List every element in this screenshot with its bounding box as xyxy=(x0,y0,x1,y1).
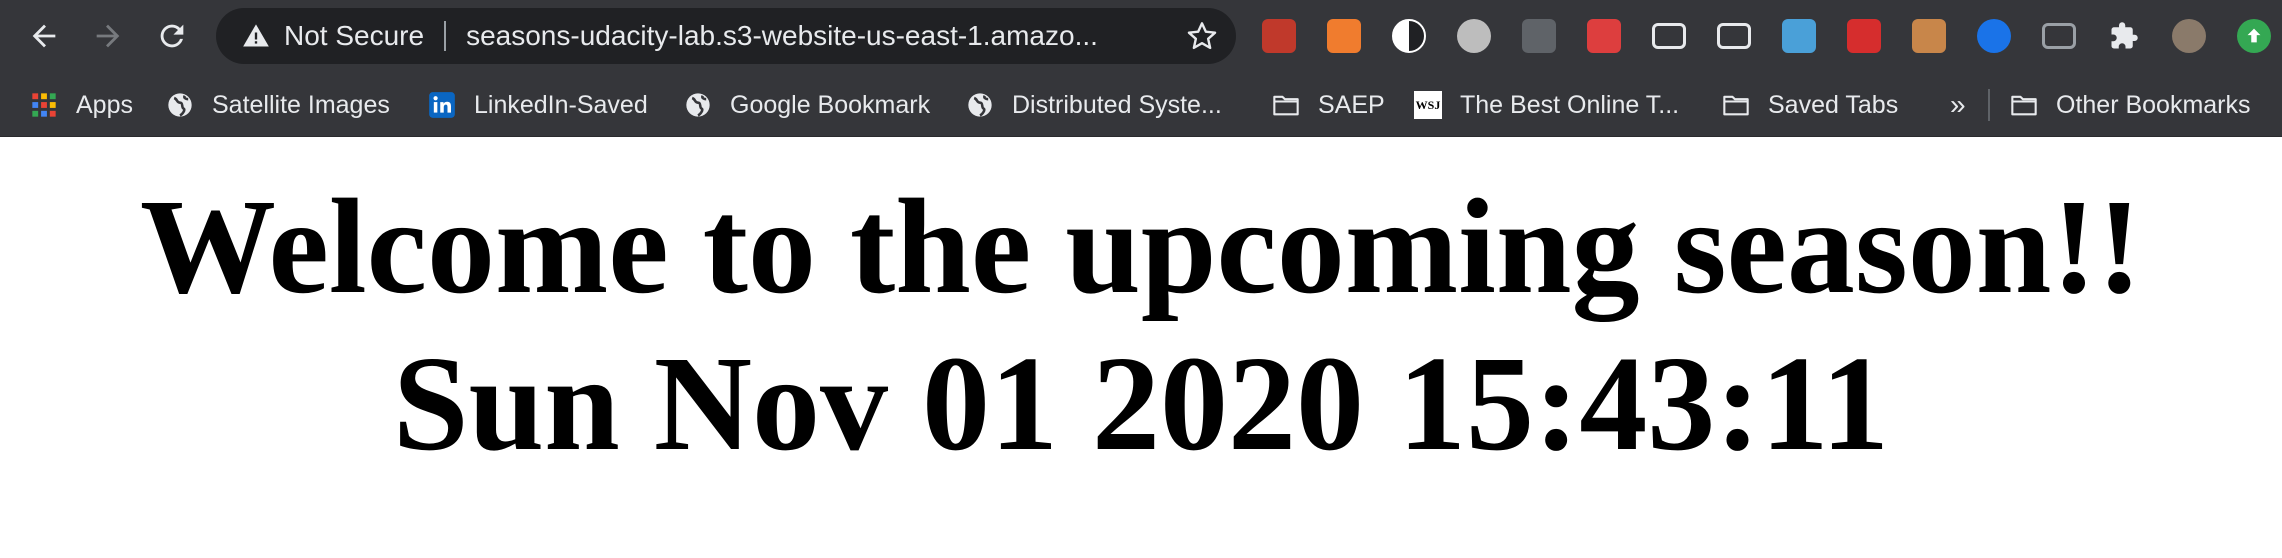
security-label[interactable]: Not Secure xyxy=(284,20,424,52)
bookmark-label: Other Bookmarks xyxy=(2056,90,2251,119)
bookmark-best-online[interactable]: WSJ The Best Online T... xyxy=(1414,89,1679,121)
reload-icon xyxy=(160,24,184,48)
pdf-extension-icon[interactable] xyxy=(1262,19,1296,53)
bookmark-folder-saved-tabs[interactable]: Saved Tabs xyxy=(1722,89,1898,121)
linkedin-icon xyxy=(429,92,455,118)
bookmark-star-icon[interactable] xyxy=(1186,20,1218,52)
app-extension-icon[interactable] xyxy=(1782,19,1816,53)
bookmark-apps[interactable]: Apps xyxy=(30,89,133,121)
warning-icon[interactable] xyxy=(242,22,270,50)
address-separator xyxy=(444,21,447,51)
back-button[interactable] xyxy=(16,8,72,64)
bookmark-label: Satellite Images xyxy=(212,90,390,119)
address-bar[interactable]: Not Secure seasons-udacity-lab.s3-websit… xyxy=(216,8,1236,64)
forward-arrow-icon xyxy=(96,24,120,48)
url-text[interactable]: seasons-udacity-lab.s3-website-us-east-1… xyxy=(466,20,1166,52)
bookmark-label: Distributed Syste... xyxy=(1012,90,1222,119)
reload-button[interactable] xyxy=(144,8,200,64)
bookmarks-overflow-button[interactable]: » xyxy=(1950,89,1966,121)
bookmark-label: LinkedIn-Saved xyxy=(474,90,648,119)
update-arrow-icon[interactable] xyxy=(2237,19,2271,53)
bookmarks-bar: Apps Satellite Images LinkedIn-Saved Goo… xyxy=(0,73,2282,137)
card-extension-icon[interactable] xyxy=(1652,23,1686,49)
bookmark-label: Saved Tabs xyxy=(1768,90,1899,119)
globe-icon xyxy=(168,93,192,117)
forward-button[interactable] xyxy=(80,8,136,64)
google-extension-icon[interactable] xyxy=(1977,19,2011,53)
back-arrow-icon xyxy=(32,24,56,48)
folder-icon xyxy=(1723,95,1749,116)
angular-extension-icon[interactable] xyxy=(1587,19,1621,53)
apps-grid-icon xyxy=(32,93,56,117)
window-extension-icon[interactable] xyxy=(2042,23,2076,49)
wsj-icon: WSJ xyxy=(1414,91,1442,119)
folder-icon xyxy=(2011,95,2037,116)
bookmark-label: Google Bookmark xyxy=(730,90,931,119)
analytics-extension-icon[interactable] xyxy=(1327,19,1361,53)
shield-extension-icon[interactable] xyxy=(1847,19,1881,53)
datetime-heading: Sun Nov 01 2020 15:43:11 xyxy=(392,329,1890,479)
globe-icon xyxy=(968,93,992,117)
circle-extension-icon[interactable] xyxy=(1457,19,1491,53)
bookmark-label: Apps xyxy=(76,90,133,119)
dark-mode-extension-icon[interactable] xyxy=(1392,19,1426,53)
bookmark-google-bookmark[interactable]: Google Bookmark xyxy=(684,89,930,121)
welcome-heading: Welcome to the upcoming season!! xyxy=(139,172,2142,322)
bookmark-label: SAEP xyxy=(1318,90,1385,119)
puzzle-extension-icon[interactable] xyxy=(2107,19,2141,53)
folder-icon xyxy=(1273,95,1299,116)
profile-avatar-icon[interactable] xyxy=(2172,19,2206,53)
cookie-extension-icon[interactable] xyxy=(1912,19,1946,53)
page-content: Welcome to the upcoming season!! Sun Nov… xyxy=(0,137,2282,558)
browser-toolbar: Not Secure seasons-udacity-lab.s3-websit… xyxy=(0,0,2282,73)
django-extension-icon[interactable] xyxy=(1522,19,1556,53)
globe-icon xyxy=(686,93,710,117)
bookmarks-divider xyxy=(1988,89,1990,121)
chevron-double-right-icon: » xyxy=(1950,89,1966,120)
bookmark-label: The Best Online T... xyxy=(1460,90,1680,119)
bookmark-linkedin-saved[interactable]: LinkedIn-Saved xyxy=(428,89,648,121)
bookmark-folder-saep[interactable]: SAEP xyxy=(1272,89,1385,121)
bookmark-satellite-images[interactable]: Satellite Images xyxy=(166,89,390,121)
extension-bar xyxy=(1262,14,2282,58)
ticket-extension-icon[interactable] xyxy=(1717,23,1751,49)
bookmark-folder-other-bookmarks[interactable]: Other Bookmarks xyxy=(2010,89,2251,121)
bookmark-distributed-systems[interactable]: Distributed Syste... xyxy=(966,89,1222,121)
